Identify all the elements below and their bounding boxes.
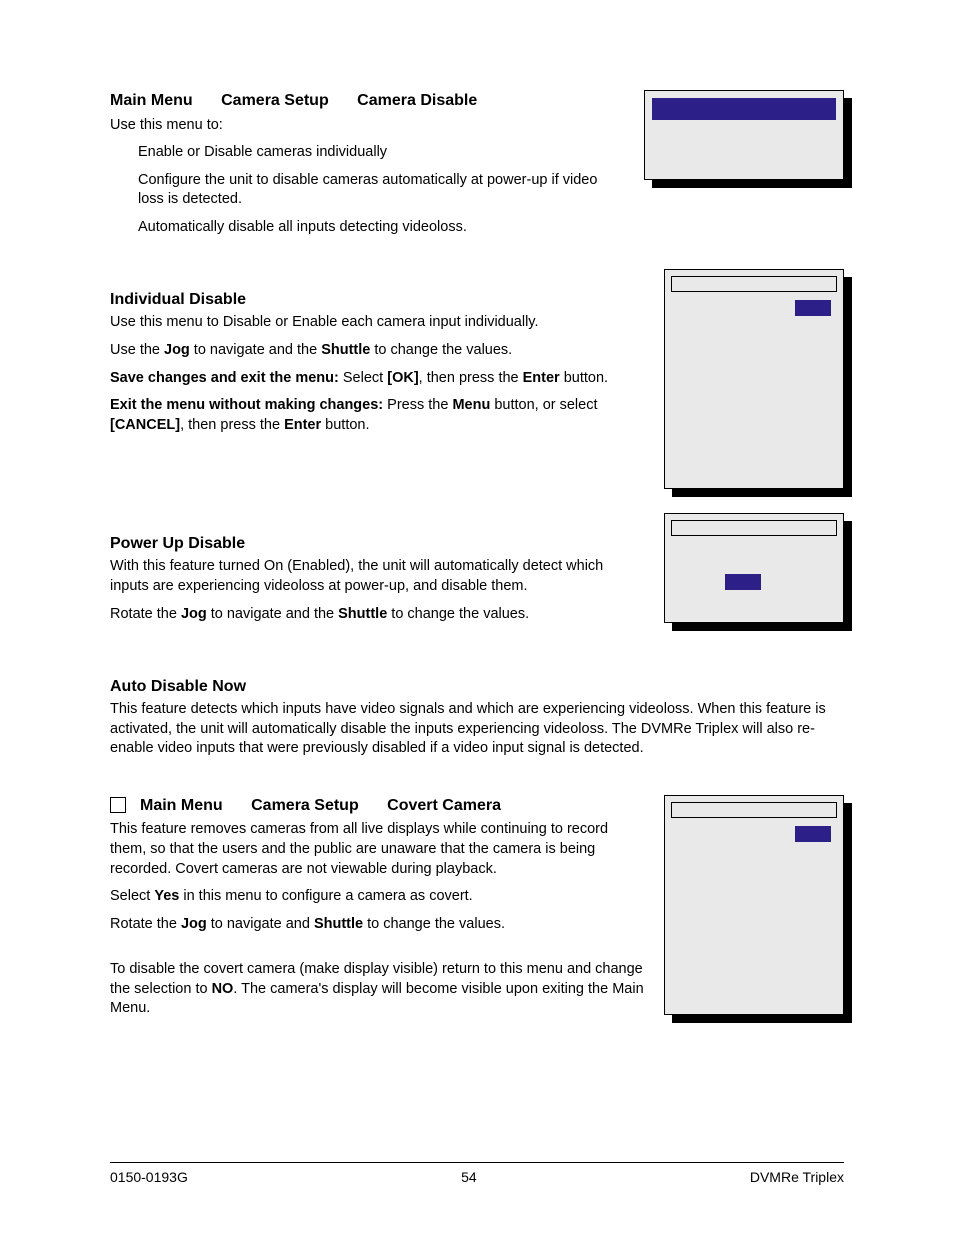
breadcrumb: Main Menu Camera Setup Covert Camera bbox=[140, 795, 501, 817]
checkbox-icon bbox=[110, 797, 126, 813]
crumb-main-menu: Main Menu bbox=[140, 795, 223, 817]
footer-page-number: 54 bbox=[461, 1169, 477, 1185]
section-power-up-disable: Power Up Disable With this feature turne… bbox=[110, 513, 844, 632]
crumb-covert-camera: Covert Camera bbox=[387, 795, 501, 817]
section-heading: Individual Disable bbox=[110, 291, 644, 309]
section-covert-camera: Main Menu Camera Setup Covert Camera Thi… bbox=[110, 795, 844, 1027]
bullet-item: Enable or Disable cameras individually bbox=[110, 143, 624, 163]
body-text: Select Yes in this menu to configure a c… bbox=[110, 887, 644, 907]
body-text: Save changes and exit the menu: Select [… bbox=[110, 369, 644, 389]
page-footer: 0150-0193G 54 DVMRe Triplex bbox=[110, 1162, 844, 1185]
section-heading: Auto Disable Now bbox=[110, 678, 844, 696]
intro-text: Use this menu to: bbox=[110, 116, 624, 136]
crumb-camera-disable: Camera Disable bbox=[357, 90, 477, 112]
crumb-camera-setup: Camera Setup bbox=[251, 795, 359, 817]
body-text: Exit the menu without making changes: Pr… bbox=[110, 396, 644, 435]
menu-illustration bbox=[664, 795, 844, 1015]
breadcrumb: Main Menu Camera Setup Camera Disable bbox=[110, 90, 624, 112]
section-camera-disable: Main Menu Camera Setup Camera Disable Us… bbox=[110, 90, 844, 245]
body-text: Rotate the Jog to navigate and the Shutt… bbox=[110, 605, 644, 625]
section-heading: Power Up Disable bbox=[110, 535, 644, 553]
crumb-camera-setup: Camera Setup bbox=[221, 90, 329, 112]
body-text: Use this menu to Disable or Enable each … bbox=[110, 313, 644, 333]
crumb-main-menu: Main Menu bbox=[110, 90, 193, 112]
footer-product-name: DVMRe Triplex bbox=[750, 1169, 844, 1185]
body-text: This feature detects which inputs have v… bbox=[110, 700, 844, 759]
section-individual-disable: Individual Disable Use this menu to Disa… bbox=[110, 269, 844, 489]
menu-illustration bbox=[664, 513, 844, 623]
menu-illustration bbox=[664, 269, 844, 489]
menu-illustration bbox=[644, 90, 844, 180]
bullet-item: Configure the unit to disable cameras au… bbox=[110, 171, 624, 210]
body-text: To disable the covert camera (make displ… bbox=[110, 960, 644, 1019]
body-text: This feature removes cameras from all li… bbox=[110, 820, 644, 879]
bullet-item: Automatically disable all inputs detecti… bbox=[110, 218, 624, 238]
section-auto-disable-now: Auto Disable Now This feature detects wh… bbox=[110, 678, 844, 759]
body-text: Rotate the Jog to navigate and Shuttle t… bbox=[110, 915, 644, 935]
footer-doc-number: 0150-0193G bbox=[110, 1169, 188, 1185]
body-text: Use the Jog to navigate and the Shuttle … bbox=[110, 341, 644, 361]
body-text: With this feature turned On (Enabled), t… bbox=[110, 557, 644, 596]
document-page: Main Menu Camera Setup Camera Disable Us… bbox=[0, 0, 954, 1235]
